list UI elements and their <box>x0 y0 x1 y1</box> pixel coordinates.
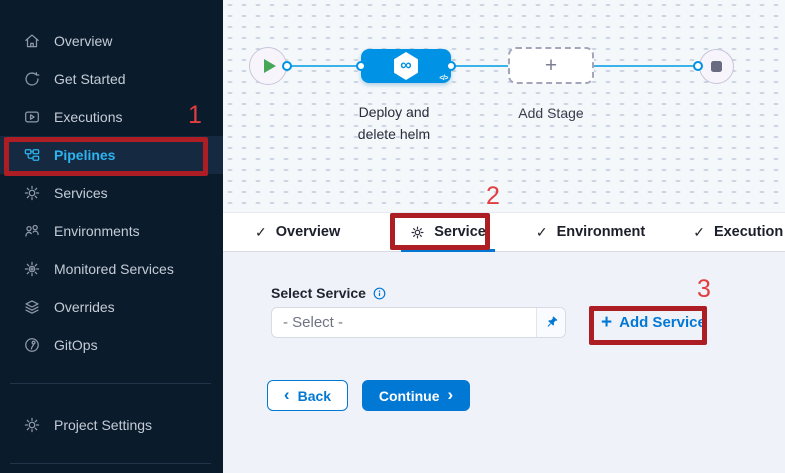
check-icon: ✓ <box>255 224 267 241</box>
executions-icon <box>23 108 41 126</box>
plus-icon: + <box>601 313 612 332</box>
service-select-dropdown[interactable]: - Select - <box>271 307 566 338</box>
sidebar-item-gitops[interactable]: GitOps <box>0 326 223 364</box>
add-service-label: Add Service <box>619 314 706 331</box>
add-service-link[interactable]: + Add Service <box>601 307 706 338</box>
chevron-right-icon: › <box>447 386 453 403</box>
environments-icon <box>23 222 41 240</box>
pin-icon <box>544 315 559 330</box>
play-icon <box>264 59 276 73</box>
stage-node-deploy[interactable]: ∞ </> <box>361 49 451 83</box>
pin-button[interactable] <box>536 308 565 337</box>
main-content: ∞ </> Deploy and delete helm + Add Stage… <box>223 0 785 473</box>
connector-dot <box>693 61 703 71</box>
check-icon: ✓ <box>536 224 548 241</box>
connector-dot <box>282 61 292 71</box>
services-icon <box>23 184 41 202</box>
stage-label: Deploy and delete helm <box>348 102 440 145</box>
add-stage-button[interactable]: + <box>508 47 594 84</box>
sidebar-item-overview[interactable]: Overview <box>0 22 223 60</box>
sidebar-item-environments[interactable]: Environments <box>0 212 223 250</box>
get-started-icon <box>23 70 41 88</box>
add-stage-label: Add Stage <box>506 105 596 121</box>
sidebar-item-label: Overview <box>54 33 112 49</box>
stage-config-tabbar: ✓ Overview Service ✓ Environment ✓ Execu… <box>223 212 785 252</box>
pipeline-canvas[interactable]: ∞ </> Deploy and delete helm + Add Stage <box>223 0 785 212</box>
pipeline-connector-line <box>287 65 699 67</box>
sidebar-item-project-settings[interactable]: Project Settings <box>0 406 223 444</box>
footer-buttons: ‹ Back Continue › <box>267 380 470 411</box>
sidebar-item-executions[interactable]: Executions <box>0 98 223 136</box>
gitops-icon <box>23 336 41 354</box>
sidebar-item-label: Monitored Services <box>54 261 174 277</box>
tab-execution[interactable]: ✓ Execution <box>688 213 785 251</box>
continue-button[interactable]: Continue › <box>362 380 470 411</box>
continue-button-label: Continue <box>379 388 440 404</box>
sidebar-item-monitored-services[interactable]: Monitored Services <box>0 250 223 288</box>
info-icon[interactable] <box>373 287 386 300</box>
chevron-left-icon: ‹ <box>284 386 290 403</box>
sidebar-item-label: Overrides <box>54 299 115 315</box>
sidebar-item-services[interactable]: Services <box>0 174 223 212</box>
code-icon: </> <box>439 75 448 82</box>
pipelines-icon <box>23 146 41 164</box>
plus-icon: + <box>545 55 557 76</box>
sidebar-item-overrides[interactable]: Overrides <box>0 288 223 326</box>
tab-service[interactable]: Service <box>405 213 491 251</box>
gear-icon <box>23 416 41 434</box>
select-service-label-row: Select Service <box>271 285 386 301</box>
pipeline-end-node <box>699 49 734 84</box>
sidebar-item-label: Get Started <box>54 71 126 87</box>
sidebar-item-label: GitOps <box>54 337 98 353</box>
gear-icon <box>410 225 425 240</box>
layers-icon <box>23 298 41 316</box>
connector-dot <box>446 61 456 71</box>
tab-label: Execution <box>714 224 783 240</box>
sidebar-item-get-started[interactable]: Get Started <box>0 60 223 98</box>
service-select-placeholder: - Select - <box>272 308 536 337</box>
tab-label: Environment <box>557 224 646 240</box>
sidebar-item-label: Pipelines <box>54 147 115 163</box>
stop-icon <box>711 61 722 72</box>
sidebar-item-label: Project Settings <box>54 417 152 433</box>
monitored-services-icon <box>23 260 41 278</box>
check-icon: ✓ <box>693 224 705 241</box>
sidebar: Overview Get Started Executions Pipeline… <box>0 0 223 473</box>
infinity-icon: ∞ <box>400 57 411 75</box>
tab-overview[interactable]: ✓ Overview <box>250 213 345 251</box>
cd-stage-hexagon-icon: ∞ <box>393 52 419 80</box>
connector-dot <box>356 61 366 71</box>
select-service-label: Select Service <box>271 285 366 301</box>
pipeline-studio-window: Overview Get Started Executions Pipeline… <box>0 0 785 473</box>
service-tab-panel: Select Service - Select - + Add Service … <box>223 252 785 473</box>
sidebar-divider <box>10 383 211 384</box>
home-icon <box>23 32 41 50</box>
sidebar-item-label: Services <box>54 185 108 201</box>
tab-label: Service <box>434 224 486 240</box>
sidebar-item-label: Executions <box>54 109 122 125</box>
sidebar-item-label: Environments <box>54 223 140 239</box>
tab-environment[interactable]: ✓ Environment <box>531 213 650 251</box>
back-button-label: Back <box>298 388 331 404</box>
sidebar-item-pipelines[interactable]: Pipelines <box>0 136 223 174</box>
sidebar-divider <box>10 463 211 464</box>
back-button[interactable]: ‹ Back <box>267 380 348 411</box>
tab-label: Overview <box>276 224 341 240</box>
